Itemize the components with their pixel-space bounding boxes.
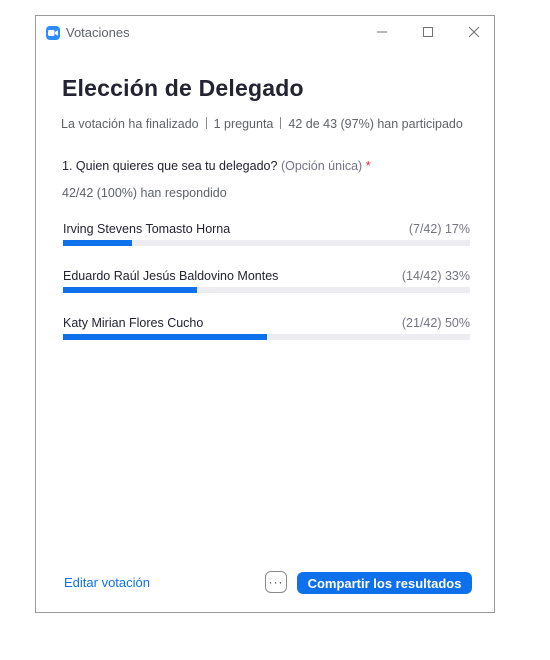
poll-option: Eduardo Raúl Jesús Baldovino Montes (14/… xyxy=(63,269,470,299)
question-type: (Opción única) xyxy=(280,159,363,173)
option-result: (7/42) 17% xyxy=(408,222,470,236)
result-bar-track xyxy=(63,240,470,246)
option-result: (14/42) 33% xyxy=(401,269,470,283)
result-bar-fill xyxy=(63,287,198,293)
result-bar-track xyxy=(63,287,470,293)
poll-option: Irving Stevens Tomasto Horna (7/42) 17% xyxy=(63,222,470,252)
divider xyxy=(280,117,282,129)
poll-status-line: La votación ha finalizado 1 pregunta 42 de… xyxy=(61,117,473,131)
result-bar-track xyxy=(63,334,470,340)
poll-title: Elección de Delegado xyxy=(62,75,304,101)
option-label: Katy Mirian Flores Cucho xyxy=(63,316,204,330)
maximize-button[interactable] xyxy=(413,22,443,42)
close-button[interactable] xyxy=(459,22,489,42)
option-label: Irving Stevens Tomasto Horna xyxy=(63,222,231,236)
required-marker: * xyxy=(365,159,371,173)
participation-summary: 42 de 43 (97%) han participado xyxy=(288,117,463,131)
minimize-icon xyxy=(377,31,387,33)
result-bar-fill xyxy=(63,334,267,340)
question-count: 1 pregunta xyxy=(213,117,274,131)
edit-poll-link[interactable]: Editar votación xyxy=(64,575,150,590)
question-heading: 1. Quien quieres que sea tu delegado? (O… xyxy=(62,159,371,173)
more-options-button[interactable]: ··· xyxy=(265,571,287,593)
maximize-icon xyxy=(423,27,433,37)
title-bar[interactable]: Votaciones xyxy=(36,16,494,48)
result-bar-fill xyxy=(63,240,133,246)
divider xyxy=(205,117,207,129)
window-title: Votaciones xyxy=(66,25,130,40)
answered-summary: 42/42 (100%) han respondido xyxy=(62,186,227,200)
close-icon xyxy=(468,26,480,38)
share-results-button[interactable]: Compartir los resultados xyxy=(297,572,472,594)
zoom-camera-icon xyxy=(46,26,60,40)
option-result: (21/42) 50% xyxy=(401,316,470,330)
minimize-button[interactable] xyxy=(367,22,397,42)
question-text: 1. Quien quieres que sea tu delegado? xyxy=(62,159,278,173)
poll-status: La votación ha finalizado xyxy=(61,117,199,131)
option-label: Eduardo Raúl Jesús Baldovino Montes xyxy=(63,269,279,283)
poll-option: Katy Mirian Flores Cucho (21/42) 50% xyxy=(63,316,470,346)
polls-window: Votaciones Elección de Delegado La votac… xyxy=(35,15,495,613)
